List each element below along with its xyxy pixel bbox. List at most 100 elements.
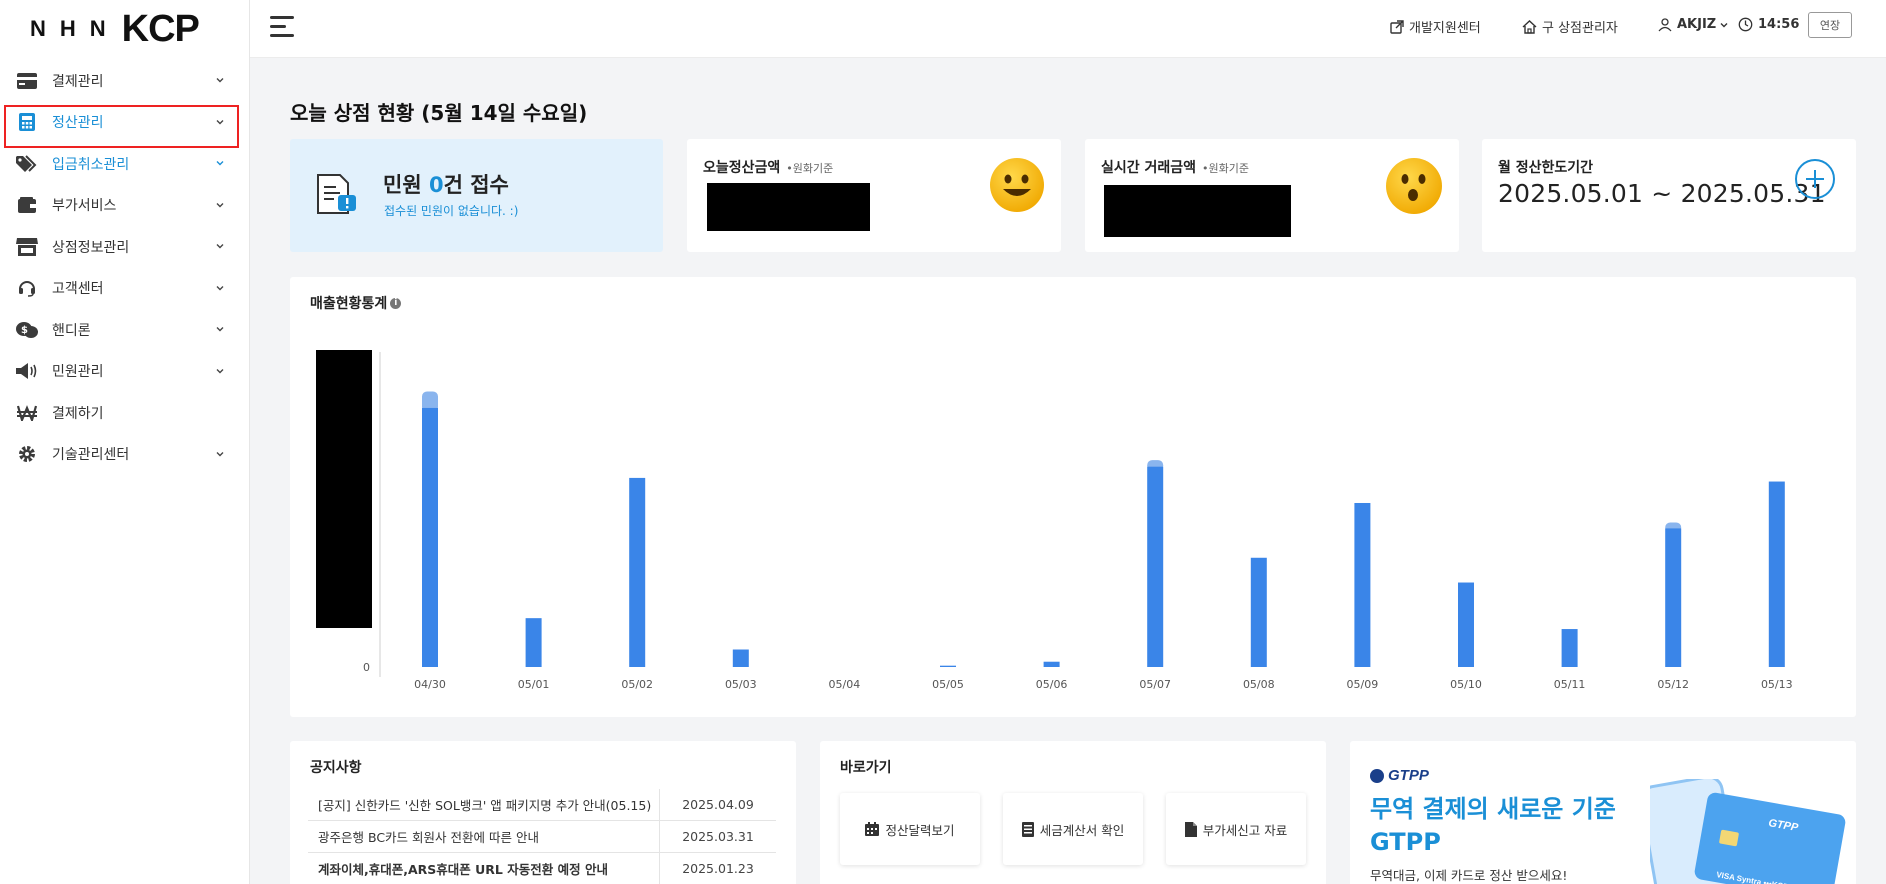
chevron-down-icon (1720, 22, 1728, 27)
page-title: 오늘 상점 현황 (5월 14일 수요일) (290, 101, 588, 125)
today-settlement-card[interactable]: 오늘정산금액 •원화기준 (687, 139, 1061, 252)
monthly-period-value: 2025.05.01 ~ 2025.05.31 (1498, 179, 1826, 208)
notice-row-date: 2025.03.31 (682, 829, 754, 844)
realtime-transaction-title: 실시간 거래금액 •원화기준 (1101, 160, 1250, 176)
notice-row[interactable]: [공지] 신한카드 '신한 SOL뱅크' 앱 패키지명 추가 안내(05.15)… (308, 789, 776, 821)
sidebar-item-tech-center[interactable]: 기술관리센터 (0, 434, 249, 476)
chevron-down-icon (216, 285, 224, 290)
document-icon (1184, 821, 1197, 837)
chevron-down-icon (216, 244, 224, 249)
sidebar-item-complaints[interactable]: 민원관리 (0, 351, 249, 393)
sidebar-item-label: 핸디론 (52, 322, 91, 339)
bar-05/10[interactable] (1458, 582, 1474, 667)
sidebar-menu: 결제관리 정산관리 입금취소관리 부가서비스 상점정보관리 고객센터 $ 핸디론… (0, 60, 249, 475)
won-icon (16, 402, 38, 424)
bar-05/12[interactable] (1665, 528, 1682, 667)
notice-row-title: [공지] 신한카드 '신한 SOL뱅크' 앱 패키지명 추가 안내(05.15) (308, 789, 660, 820)
store-icon (16, 236, 38, 258)
notice-row[interactable]: 계좌이체,휴대폰,ARS휴대폰 URL 자동전환 예정 안내 2025.01.2… (308, 853, 776, 884)
bar-05/06[interactable] (1043, 661, 1060, 667)
monthly-period-card: 월 정산한도기간 2025.05.01 ~ 2025.05.31 (1482, 139, 1856, 252)
bar-05/01[interactable] (525, 618, 542, 667)
user-icon (1658, 17, 1672, 31)
sidebar-item-label: 상점정보관리 (52, 239, 130, 256)
smiley-face-icon (990, 158, 1044, 212)
gtpp-logo: GTPP (1370, 767, 1429, 784)
gear-icon (16, 443, 38, 465)
bar-05/05[interactable] (940, 665, 956, 667)
x-tick-label: 05/01 (518, 678, 550, 691)
x-tick-label: 05/12 (1657, 678, 1689, 691)
sidebar-item-store-info[interactable]: 상점정보관리 (0, 226, 249, 268)
user-menu[interactable]: AKJIZ (1658, 17, 1734, 32)
sidebar-item-label: 민원관리 (52, 364, 104, 381)
plus-circle-icon[interactable] (1795, 159, 1835, 199)
bar-05/03[interactable] (732, 649, 749, 667)
hamburger-menu-icon[interactable] (270, 16, 296, 38)
complaint-count: 0 (428, 173, 444, 197)
money-chat-icon: $ (16, 319, 38, 341)
sidebar-item-label: 결제하기 (52, 405, 104, 422)
x-tick-label: 05/06 (1036, 678, 1068, 691)
sidebar-item-label: 결제관리 (52, 73, 104, 90)
sidebar-item-payment[interactable]: 결제관리 (0, 60, 249, 102)
x-tick-label: 05/13 (1761, 678, 1793, 691)
dev-center-link[interactable]: 개발지원센터 (1390, 17, 1481, 36)
chevron-down-icon (216, 327, 224, 332)
bar-05/09[interactable] (1354, 502, 1371, 667)
bar-04/30[interactable] (422, 407, 438, 667)
sidebar-item-deposit-cancel[interactable]: 입금취소관리 (0, 143, 249, 185)
quick-links-card: 바로가기 정산달력보기 세금계산서 확인 부가세신고 자료 (820, 741, 1326, 884)
vat-report-button[interactable]: 부가세신고 자료 (1166, 793, 1306, 865)
x-tick-label: 05/08 (1243, 678, 1275, 691)
bar-05/07[interactable] (1147, 466, 1164, 667)
monthly-period-title: 월 정산한도기간 (1498, 160, 1594, 176)
bar-05/08[interactable] (1250, 557, 1267, 667)
bar-05/13[interactable] (1768, 481, 1785, 667)
tax-invoice-button[interactable]: 세금계산서 확인 (1003, 793, 1143, 865)
external-link-icon (1390, 19, 1404, 34)
chevron-down-icon (216, 368, 224, 373)
old-admin-link[interactable]: 구 상점관리자 (1522, 17, 1618, 36)
chevron-down-icon (216, 161, 224, 166)
today-settlement-title: 오늘정산금액 •원화기준 (703, 160, 834, 176)
sales-stats-card: 매출현황통계 i 0 04/30 05/01 05/02 05/03 05/04 05/05 0… (290, 277, 1856, 717)
realtime-transaction-card[interactable]: 실시간 거래금액 •원화기준 (1085, 139, 1459, 252)
sidebar-item-additional-services[interactable]: 부가서비스 (0, 185, 249, 227)
bar-05/11[interactable] (1561, 629, 1578, 667)
sidebar-item-handy-loan[interactable]: $ 핸디론 (0, 309, 249, 351)
banner-subtext: 무역대금, 이제 카드로 정산 받으세요! (1370, 868, 1568, 883)
notice-row-date: 2025.04.09 (682, 797, 754, 812)
notice-row[interactable]: 광주은행 BC카드 회원사 전환에 따른 안내 2025.03.31 (308, 821, 776, 853)
sidebar-item-make-payment[interactable]: 결제하기 (0, 392, 249, 434)
surprised-face-icon (1386, 158, 1442, 214)
extend-session-button[interactable]: 연장 (1808, 12, 1852, 38)
redacted-y-axis (316, 350, 372, 628)
x-tick-label: 04/30 (414, 678, 446, 691)
bar-05/02[interactable] (629, 477, 646, 667)
complaint-subtext: 접수된 민원이 없습니다. :) (384, 204, 519, 218)
x-tick-label: 05/02 (621, 678, 653, 691)
redacted-amount (707, 183, 870, 231)
settlement-calendar-button[interactable]: 정산달력보기 (840, 793, 980, 865)
sidebar: NHN KCP 결제관리 정산관리 입금취소관리 부가서비스 상점정보관리 고객… (0, 0, 250, 884)
sidebar-item-customer-center[interactable]: 고객센터 (0, 268, 249, 310)
tag-icon (16, 153, 38, 175)
complaint-card[interactable]: 민원 0건 접수 접수된 민원이 없습니다. :) (290, 139, 663, 252)
top-header: 개발지원센터 구 상점관리자 AKJIZ 14:56 연장 (250, 0, 1886, 58)
sidebar-item-settlement[interactable]: 정산관리 (0, 102, 249, 144)
card-icon (16, 70, 38, 92)
clock-icon (1738, 17, 1753, 32)
notice-row-title: 광주은행 BC카드 회원사 전환에 따른 안내 (308, 821, 660, 852)
redacted-amount (1104, 185, 1291, 237)
chevron-down-icon (216, 451, 224, 456)
headset-icon (16, 277, 38, 299)
sidebar-item-label: 고객센터 (52, 281, 104, 298)
megaphone-icon (16, 360, 38, 382)
notice-row-title: 계좌이체,휴대폰,ARS휴대폰 URL 자동전환 예정 안내 (308, 853, 660, 884)
gtpp-banner[interactable]: GTPP 무역 결제의 새로운 기준 GTPP 무역대금, 이제 카드로 정산 … (1350, 741, 1856, 884)
x-tick-label: 05/05 (932, 678, 964, 691)
y-tick-label: 0 (363, 661, 370, 674)
notice-card: 공지사항 [공지] 신한카드 '신한 SOL뱅크' 앱 패키지명 추가 안내(0… (290, 741, 796, 884)
nhn-kcp-logo[interactable]: NHN KCP (0, 0, 249, 58)
